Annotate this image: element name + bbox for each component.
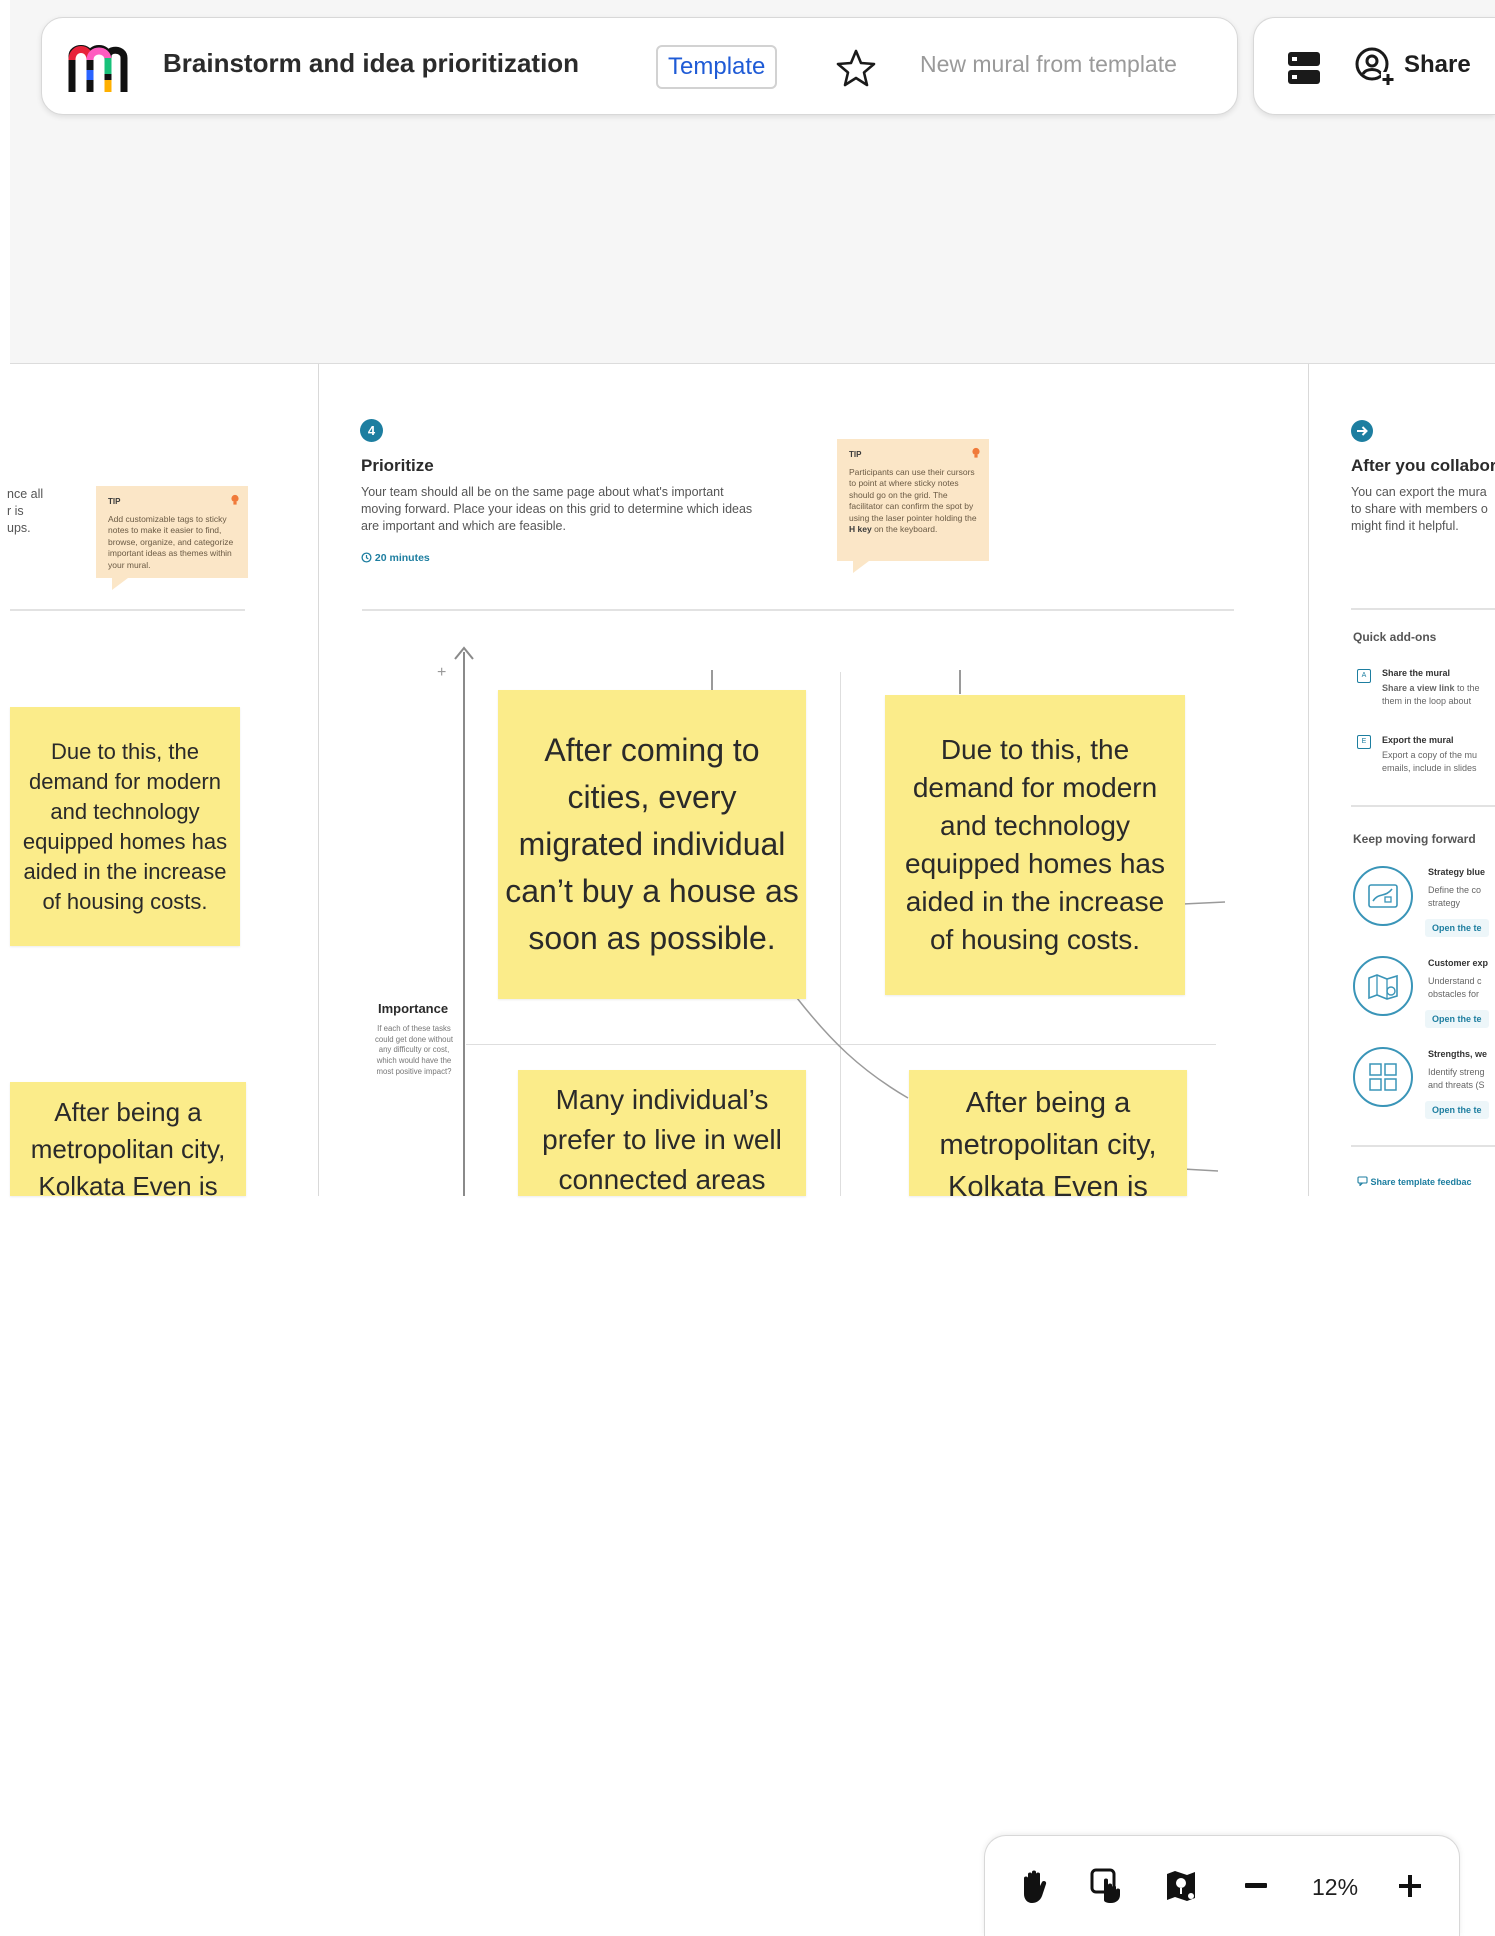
sticky-note[interactable]: Due to this, the demand for modern and t… (10, 707, 240, 946)
export-mural-icon: E (1357, 735, 1371, 749)
section-description: Your team should all be on the same page… (361, 485, 753, 533)
mural-title[interactable]: Brainstorm and idea prioritization (163, 48, 579, 79)
share-feedback-link[interactable]: Share template feedbac (1357, 1176, 1472, 1187)
zoom-toolbar: 12% (984, 1835, 1460, 1936)
open-template-link[interactable]: Open the te (1425, 1101, 1489, 1119)
share-user-icon[interactable] (1354, 46, 1396, 88)
section-title: Prioritize (361, 456, 434, 475)
tip-note[interactable]: TIP Participants can use their cursors t… (837, 439, 989, 573)
section-description: You can export the mura to share with me… (1351, 485, 1488, 533)
addon-title[interactable]: Export the mural (1382, 735, 1454, 745)
sticky-text: Many individual’s prefer to live in well… (542, 1084, 782, 1195)
addon-title[interactable]: Share the mural (1382, 668, 1450, 678)
map-pin-icon[interactable] (1161, 1866, 1201, 1906)
mural-app: nce all r is ups. TIP Add customizable t… (0, 0, 1495, 1936)
grid-vertical-line (840, 672, 841, 1196)
sticky-text: Due to this, the demand for modern and t… (905, 734, 1165, 955)
grid-horizontal-line (466, 1044, 1216, 1045)
time-label: 20 minutes (374, 552, 430, 564)
sticky-text: Due to this, the demand for modern and t… (22, 738, 228, 914)
comment-icon (1357, 1176, 1368, 1187)
sticky-note[interactable]: After being a metropolitan city, Kolkata… (909, 1070, 1187, 1196)
sticky-note[interactable]: Due to this, the demand for modern and t… (885, 695, 1185, 995)
sticky-note[interactable]: After coming to cities, every migrated i… (498, 690, 806, 999)
section-divider-line (362, 609, 1234, 611)
strategy-template-thumbnail[interactable] (1353, 866, 1413, 926)
tip-heading: TIP (849, 450, 862, 459)
tip-body: Add customizable tags to sticky notes to… (108, 513, 234, 570)
addon-description: Share a view link to the (1382, 683, 1480, 693)
lightbulb-icon (972, 447, 980, 458)
template-title: Strategy blue (1428, 867, 1486, 877)
template-title: Customer exp (1428, 958, 1489, 968)
new-mural-from-template-button[interactable]: New mural from template (920, 51, 1177, 78)
mural-logo-icon[interactable] (66, 40, 132, 94)
template-description: Understand c (1428, 976, 1482, 986)
importance-description: If each of these tasks could get done wi… (374, 1024, 454, 1076)
addon-description: them in the loop about (1382, 696, 1472, 706)
share-mural-icon: A (1357, 669, 1371, 683)
addon-description: emails, include in slides (1382, 763, 1477, 773)
touch-icon[interactable] (1088, 1866, 1128, 1906)
outline-icon[interactable] (1284, 48, 1324, 88)
grid-tick (711, 670, 713, 690)
minus-icon[interactable] (1236, 1866, 1276, 1906)
section-divider-line (10, 609, 245, 611)
addon-description: Export a copy of the mu (1382, 750, 1478, 760)
section-title: After you collabor (1351, 456, 1495, 475)
share-button[interactable]: Share (1404, 51, 1471, 79)
zoom-level[interactable]: 12% (1312, 1874, 1358, 1901)
clock-icon (361, 552, 372, 563)
sticky-text: After being a metropolitan city, Kolkata… (939, 1087, 1157, 1196)
grid-tick (959, 670, 961, 694)
customer-journey-thumbnail[interactable] (1353, 956, 1413, 1016)
top-toolbar: Brainstorm and idea prioritization Templ… (41, 17, 1238, 115)
axis-arrow-icon (454, 646, 474, 660)
keep-moving-heading: Keep moving forward (1353, 832, 1476, 846)
sticky-text: After being a metropolitan city, Kolkata… (30, 1097, 226, 1196)
open-template-link[interactable]: Open the te (1425, 919, 1489, 937)
template-title: Strengths, we (1428, 1049, 1488, 1059)
template-description: Define the co (1428, 885, 1482, 895)
grid-quadrant-icon (1369, 1063, 1397, 1091)
lightbulb-icon (231, 494, 239, 505)
sticky-text: After coming to cities, every migrated i… (505, 732, 799, 956)
plus-icon[interactable] (1390, 1866, 1430, 1906)
template-description: strategy (1428, 898, 1461, 908)
arrow-right-circle-icon (1351, 420, 1373, 442)
template-description: obstacles for (1428, 989, 1480, 999)
left-section-description: nce all r is ups. (7, 487, 44, 535)
section-divider (1308, 364, 1309, 1196)
section-divider-line (1351, 608, 1495, 610)
sticky-note[interactable]: Many individual’s prefer to live in well… (518, 1070, 806, 1196)
journey-map-icon (1368, 974, 1398, 1000)
section-time: 20 minutes (361, 552, 430, 564)
template-description: and threats (S (1428, 1080, 1485, 1090)
importance-axis (463, 652, 465, 1196)
template-description: Identify streng (1428, 1067, 1485, 1077)
section-divider-line (1351, 1145, 1495, 1147)
swot-template-thumbnail[interactable] (1353, 1047, 1413, 1107)
tip-note[interactable]: TIP Add customizable tags to sticky note… (96, 486, 248, 590)
tip-body: Participants can use their cursors to po… (849, 466, 977, 535)
tip-heading: TIP (108, 497, 121, 506)
section-divider-line (1351, 805, 1495, 807)
strategy-map-icon (1368, 884, 1398, 908)
template-badge: Template (656, 45, 778, 89)
sticky-note[interactable]: After being a metropolitan city, Kolkata… (10, 1082, 246, 1196)
quick-addons-heading: Quick add-ons (1353, 630, 1437, 644)
share-toolbar: Share (1253, 17, 1495, 115)
open-template-link[interactable]: Open the te (1425, 1010, 1489, 1028)
step-number-badge: 4 (360, 419, 383, 442)
importance-label: Importance (378, 1001, 449, 1016)
section-divider (318, 364, 319, 1196)
hand-icon[interactable] (1015, 1866, 1055, 1906)
star-icon[interactable] (835, 47, 877, 89)
axis-plus-label: + (437, 664, 447, 681)
